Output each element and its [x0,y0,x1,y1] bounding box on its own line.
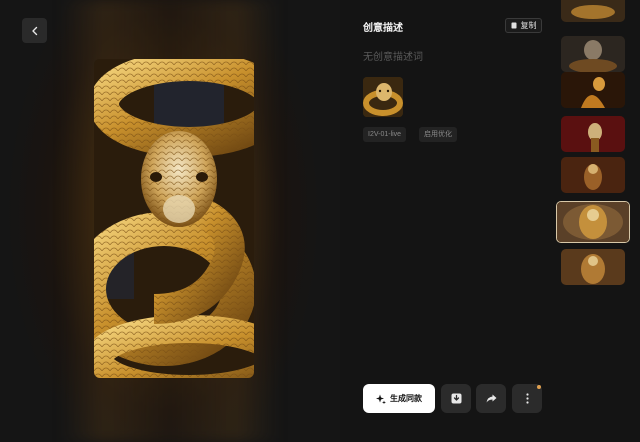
history-thumbnail[interactable] [561,72,625,108]
history-thumbnail[interactable] [561,0,625,22]
make-same-button[interactable]: 生成同款 [363,384,435,413]
back-button[interactable] [22,18,47,43]
share-icon [486,394,496,403]
sparkle-icon [376,394,386,404]
more-vertical-icon [525,393,529,404]
history-thumbnail-strip [556,0,632,442]
notification-dot [537,385,541,389]
share-button[interactable] [476,384,506,413]
reference-image-thumbnail[interactable] [363,77,403,117]
history-thumbnail[interactable] [561,249,625,285]
make-same-label: 生成同款 [390,394,422,403]
download-icon [451,393,461,404]
history-thumbnail[interactable] [561,157,625,193]
history-thumbnail[interactable] [561,36,625,72]
history-thumbnail[interactable] [561,116,625,152]
section-title: 创意描述 [363,23,403,34]
chevron-left-icon [31,26,37,35]
more-button[interactable] [512,384,542,413]
description-empty-text: 无创意描述词 [363,52,423,63]
generated-image[interactable] [94,59,254,378]
golden-snake-image [94,59,254,378]
golden-snake-thumbnail [363,77,403,117]
model-tag: I2V-01-live [363,127,407,142]
copy-button[interactable]: 复制 [505,18,542,33]
copy-label: 复制 [520,21,537,30]
preview-pane [0,0,340,442]
history-thumbnail-selected[interactable] [556,201,630,243]
prompt-enhance-tag: 启用优化 [419,127,457,142]
copy-icon [511,22,516,29]
download-button[interactable] [441,384,471,413]
